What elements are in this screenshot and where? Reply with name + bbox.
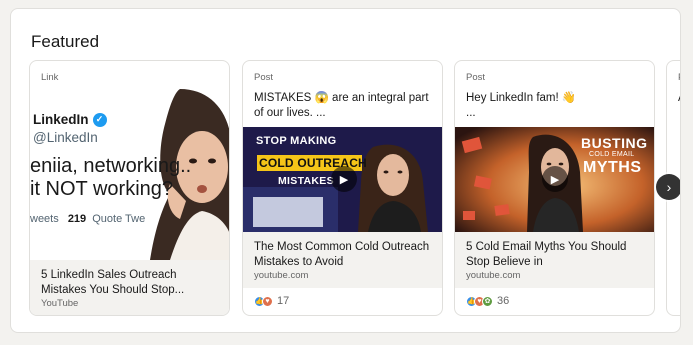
stats-suffix: Quote Twe [92, 213, 146, 225]
waving-hand-icon: 👋 [561, 92, 577, 104]
featured-card-2[interactable]: Post MISTAKES 😱 are an integral part of … [242, 60, 443, 316]
thumb-line-1: STOP MAKING [256, 135, 337, 147]
thumb-line-2: COLD EMAIL [589, 151, 635, 158]
support-icon: ✿ [482, 295, 493, 307]
card-source: YouTube [41, 298, 79, 309]
thumb-line-3: MYTHS [583, 159, 642, 176]
featured-section: Featured Link LinkedIn ✓ @LinkedIn eniia… [10, 8, 681, 333]
thumb-line-1: BUSTING [581, 135, 648, 151]
post-text-end: ... [466, 107, 476, 119]
play-icon[interactable]: ▶ [331, 166, 357, 192]
card-title: The Most Common Cold Outreach Mistakes t… [254, 241, 430, 268]
card-thumbnail: LinkedIn ✓ @LinkedIn eniia, networking..… [30, 89, 229, 260]
stats-count: 219 [67, 213, 87, 225]
card-kind-label: Post [254, 72, 274, 83]
featured-card-1[interactable]: Link LinkedIn ✓ @LinkedIn eniia, network… [29, 60, 230, 316]
section-title: Featured [31, 32, 100, 51]
reactions-summary[interactable]: 👍 ♥ 17 [254, 295, 289, 307]
post-text-start: A [678, 91, 680, 106]
video-thumbnail[interactable]: STOP MAKING COLD OUTREACH MISTAKES ▶ [243, 127, 442, 232]
thumb-line-3: MISTAKES [278, 175, 334, 187]
play-icon[interactable]: ▶ [542, 166, 568, 192]
post-text-start: MISTAKES [254, 92, 312, 104]
card-source: youtube.com [254, 270, 309, 281]
video-thumbnail[interactable]: BUSTING COLD EMAIL MYTHS ▶ [455, 127, 654, 232]
featured-carousel: Link LinkedIn ✓ @LinkedIn eniia, network… [29, 60, 680, 318]
card-footer: 5 LinkedIn Sales Outreach Mistakes You S… [30, 260, 229, 315]
carousel-next-button[interactable]: › [656, 174, 680, 200]
reaction-count: 36 [497, 295, 510, 307]
promo-line-1: eniia, networking.. [30, 155, 192, 177]
card-kind-label: Post [466, 72, 486, 83]
brand-handle: @LinkedIn [33, 130, 98, 145]
love-icon: ♥ [262, 295, 273, 307]
card-title: 5 LinkedIn Sales Outreach Mistakes You S… [41, 269, 185, 296]
chevron-right-icon: › [666, 179, 672, 195]
brand-name: LinkedIn [33, 112, 89, 127]
card-kind-label: Link [41, 72, 59, 83]
stats-prefix: weets [30, 213, 59, 225]
card-kind-label: P [678, 72, 680, 83]
card-footer: 5 Cold Email Myths You Should Stop Belie… [455, 232, 654, 288]
card-title: 5 Cold Email Myths You Should Stop Belie… [466, 241, 627, 268]
promo-line-2: it NOT working? [30, 178, 174, 200]
featured-card-3[interactable]: Post Hey LinkedIn fam! 👋 ... BUSTING COL… [454, 60, 655, 316]
post-text-start: Hey LinkedIn fam! [466, 92, 559, 104]
card-source: youtube.com [466, 270, 521, 281]
reaction-count: 17 [277, 295, 290, 307]
verified-badge-icon: ✓ [92, 112, 107, 127]
screaming-face-icon: 😱 [314, 92, 329, 104]
reactions-summary[interactable]: 👍 ♥ ✿ 36 [466, 295, 509, 307]
card-footer: The Most Common Cold Outreach Mistakes t… [243, 232, 442, 288]
